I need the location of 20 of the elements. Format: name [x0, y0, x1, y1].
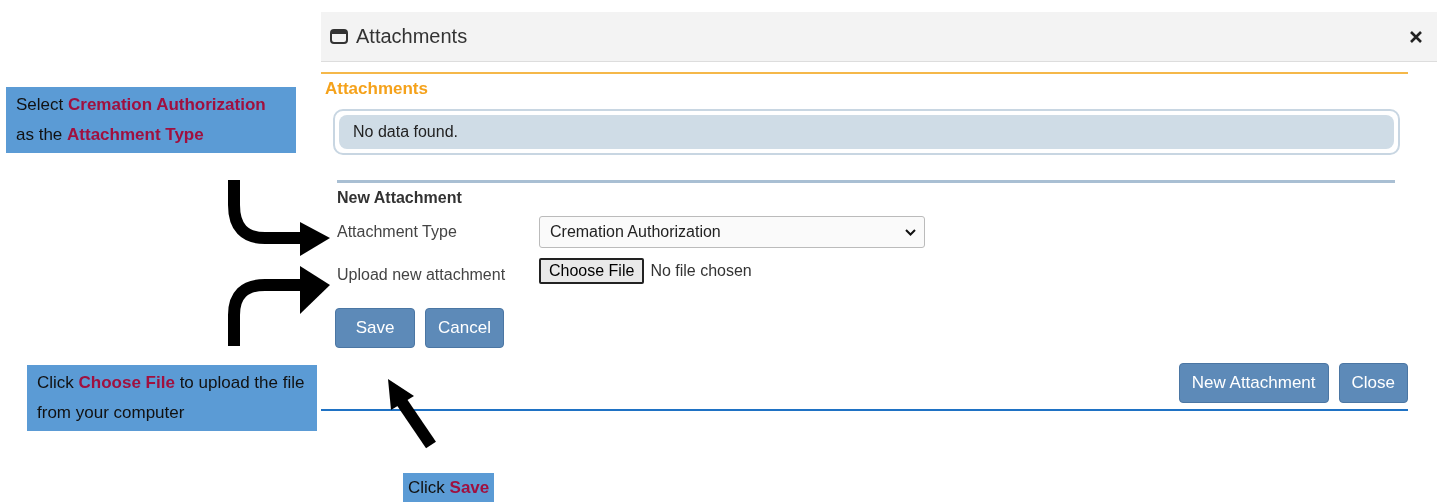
window-icon — [330, 29, 348, 44]
field-label: Upload new attachment — [337, 265, 507, 284]
cancel-button[interactable]: Cancel — [425, 308, 504, 348]
chevron-down-icon — [905, 228, 916, 236]
form-title: New Attachment — [337, 189, 463, 207]
callout-note: Click Choose File to upload the file from your computer — [27, 365, 317, 431]
callout-note: Click Save — [403, 473, 495, 502]
callout-note: Select Cremation Authorization as the Attachment Type — [6, 87, 296, 153]
close-button[interactable]: Close — [1338, 363, 1408, 403]
empty-message: No data found. — [339, 115, 1394, 149]
new-attachment-button[interactable]: New Attachment — [1178, 363, 1329, 403]
close-icon[interactable] — [1409, 29, 1423, 44]
attachment-type-select[interactable]: Cremation Authorization — [539, 216, 925, 248]
arrow — [388, 379, 436, 449]
save-button[interactable]: Save — [335, 308, 415, 348]
section-title: Attachments — [325, 79, 429, 99]
file-status: No file chosen — [650, 262, 752, 280]
choose-file-button[interactable]: Choose File — [539, 258, 645, 284]
dialog-title: Attachments — [356, 25, 469, 48]
field-label: Attachment Type — [337, 223, 458, 241]
